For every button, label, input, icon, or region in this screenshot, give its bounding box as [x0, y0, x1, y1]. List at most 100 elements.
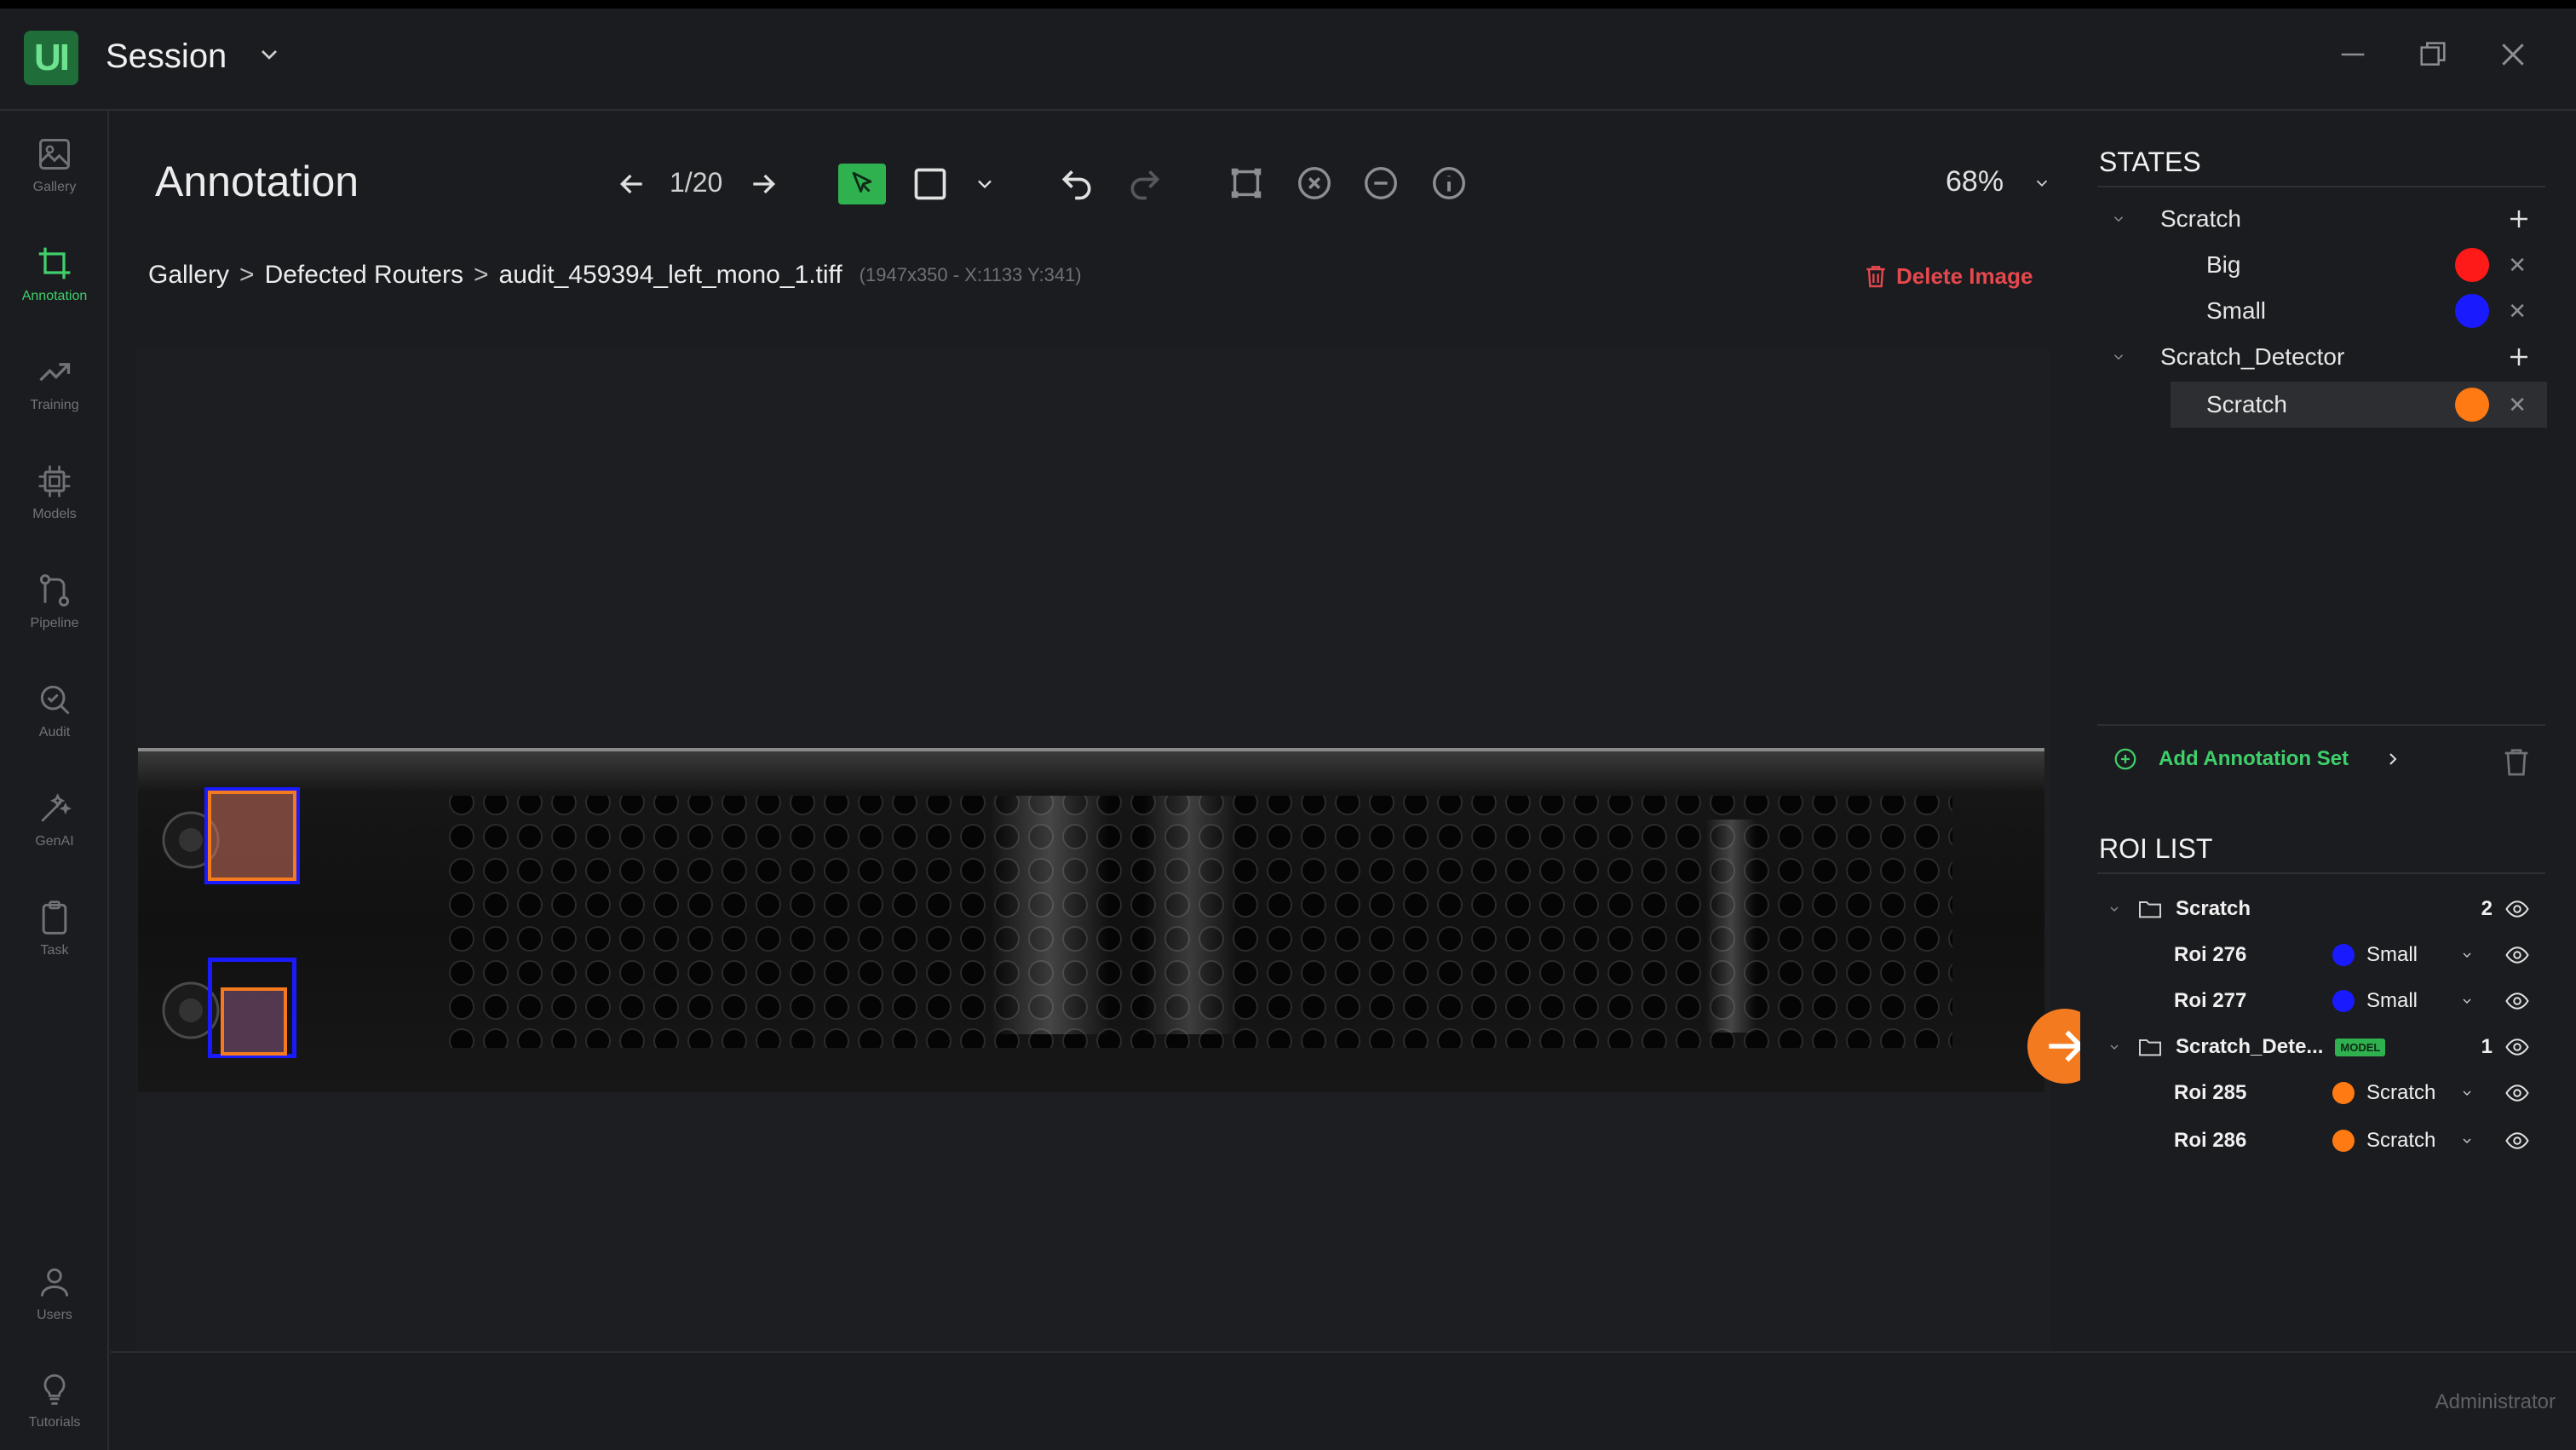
chevron-down-icon[interactable] — [2460, 1134, 2474, 1148]
nav-task[interactable]: Task — [0, 881, 109, 976]
roi-box-scratch-big[interactable] — [204, 787, 300, 884]
clear-circle-x-icon[interactable] — [1295, 164, 1334, 203]
roi-box-small[interactable] — [208, 958, 296, 1058]
nav-users[interactable]: Users — [0, 1246, 109, 1341]
roi-state-select[interactable]: Scratch — [2366, 1081, 2435, 1105]
eye-icon[interactable] — [2504, 1080, 2530, 1106]
clipboard-icon — [42, 900, 67, 935]
remove-x-icon[interactable]: ✕ — [2508, 298, 2527, 325]
roi-label: Roi 277 — [2174, 989, 2247, 1012]
eye-icon[interactable] — [2504, 896, 2530, 922]
state-group-scratch-detector[interactable]: Scratch_Detector — [2080, 334, 2545, 380]
roi-group-label: Scratch_Dete... — [2176, 1035, 2324, 1058]
eye-icon[interactable] — [2504, 942, 2530, 968]
state-item-scratch-selected[interactable]: Scratch ✕ — [2080, 382, 2545, 428]
state-color-dot[interactable] — [2455, 248, 2489, 282]
trash-icon[interactable] — [2499, 745, 2533, 779]
nav-label: Gallery — [32, 180, 77, 194]
remove-x-icon[interactable]: ✕ — [2508, 252, 2527, 279]
fit-to-screen-icon[interactable] — [1227, 164, 1266, 203]
add-plus-icon[interactable] — [2506, 344, 2532, 370]
session-dropdown-chevron-icon[interactable] — [256, 41, 283, 72]
image-pager: 1/20 — [670, 167, 723, 198]
roi-item-286[interactable]: Roi 286 Scratch — [2080, 1118, 2545, 1164]
roi-item-276[interactable]: Roi 276 Small — [2080, 932, 2545, 978]
zoom-level[interactable]: 68% — [1946, 165, 2004, 199]
breadcrumb-folder[interactable]: Defected Routers — [265, 261, 463, 290]
crop-icon — [38, 247, 71, 279]
chevron-down-icon[interactable] — [2107, 1040, 2121, 1054]
nav-genai[interactable]: GenAI — [0, 772, 109, 867]
roi-label: Roi 276 — [2174, 943, 2247, 966]
zoom-dropdown-chevron-icon[interactable] — [2033, 174, 2051, 197]
roi-state-select[interactable]: Small — [2366, 989, 2418, 1013]
cursor-icon — [852, 171, 872, 193]
tool-dropdown-chevron-icon[interactable] — [973, 172, 997, 196]
eye-icon[interactable] — [2504, 988, 2530, 1014]
add-annotation-set-button[interactable]: Add Annotation Set — [2113, 746, 2403, 772]
folder-icon — [2139, 901, 2161, 918]
folder-icon — [2139, 1039, 2161, 1056]
state-color-dot[interactable] — [2455, 294, 2489, 328]
info-icon[interactable] — [1429, 164, 1469, 203]
prev-image-arrow-icon[interactable] — [615, 167, 649, 201]
nav-audit[interactable]: Audit — [0, 663, 109, 758]
delete-image-button[interactable]: Delete Image — [1862, 262, 2033, 290]
nav-training[interactable]: Training — [0, 336, 109, 431]
nav-label: Task — [40, 943, 69, 958]
restore-icon[interactable] — [2416, 37, 2450, 76]
roi-state-select[interactable]: Scratch — [2366, 1129, 2435, 1153]
select-tool-button[interactable] — [838, 164, 886, 204]
add-plus-icon[interactable] — [2506, 206, 2532, 232]
roi-state-select[interactable]: Small — [2366, 943, 2418, 967]
eye-icon[interactable] — [2504, 1034, 2530, 1060]
roi-label: Roi 285 — [2174, 1081, 2247, 1104]
state-group-label: Scratch — [2160, 205, 2241, 232]
trending-icon — [39, 363, 71, 382]
nav-label: Annotation — [21, 289, 88, 303]
nav-annotation[interactable]: Annotation — [0, 227, 109, 322]
remove-x-icon[interactable]: ✕ — [2508, 392, 2527, 418]
chevron-down-icon[interactable] — [2460, 994, 2474, 1008]
roi-label: Roi 286 — [2174, 1129, 2247, 1152]
minimize-icon[interactable] — [2336, 37, 2370, 76]
state-label: Small — [2206, 297, 2267, 324]
session-title[interactable]: Session — [106, 37, 227, 76]
close-window-icon[interactable] — [2496, 37, 2530, 76]
roi-color-dot — [2332, 1082, 2355, 1104]
nav-label: Users — [37, 1308, 72, 1322]
chevron-down-icon[interactable] — [2111, 349, 2126, 365]
gallery-icon — [39, 139, 70, 170]
state-item-big[interactable]: Big ✕ — [2080, 242, 2545, 288]
roi-box-scratch-model[interactable] — [221, 987, 287, 1056]
nav-gallery[interactable]: Gallery — [0, 118, 109, 213]
roi-group-scratch[interactable]: Scratch 2 — [2080, 886, 2545, 932]
roi-item-277[interactable]: Roi 277 Small — [2080, 978, 2545, 1024]
breadcrumb-filename: audit_459394_left_mono_1.tiff — [498, 261, 842, 289]
chevron-down-icon[interactable] — [2460, 948, 2474, 962]
state-color-dot[interactable] — [2455, 388, 2489, 422]
state-item-small[interactable]: Small ✕ — [2080, 288, 2545, 334]
next-image-arrow-icon[interactable] — [746, 167, 780, 201]
nav-tutorials[interactable]: Tutorials — [0, 1353, 109, 1448]
zoom-out-minus-icon[interactable] — [1361, 164, 1400, 203]
roi-item-285[interactable]: Roi 285 Scratch — [2080, 1070, 2545, 1116]
pipeline-icon — [39, 574, 70, 607]
nav-pipeline[interactable]: Pipeline — [0, 554, 109, 649]
trash-icon — [1866, 266, 1885, 288]
eye-icon[interactable] — [2504, 1128, 2530, 1154]
chevron-down-icon[interactable] — [2111, 211, 2126, 227]
redo-icon[interactable] — [1126, 165, 1164, 203]
nav-models[interactable]: Models — [0, 445, 109, 540]
breadcrumb-gallery[interactable]: Gallery — [148, 261, 229, 290]
chevron-down-icon[interactable] — [2107, 902, 2121, 916]
router-image[interactable] — [138, 748, 2044, 1092]
roi-group-count: 1 — [2481, 1035, 2493, 1058]
roi-group-label: Scratch — [2176, 897, 2251, 920]
state-group-scratch[interactable]: Scratch — [2080, 196, 2545, 242]
roi-group-scratch-detector[interactable]: Scratch_Dete... MODEL 1 — [2080, 1024, 2545, 1070]
roi-list-panel: ROI LIST Scratch 2 Roi 276 Small Roi 277… — [2080, 814, 2557, 1346]
rectangle-tool-button[interactable] — [911, 165, 949, 203]
chevron-down-icon[interactable] — [2460, 1086, 2474, 1100]
undo-icon[interactable] — [1058, 165, 1095, 203]
